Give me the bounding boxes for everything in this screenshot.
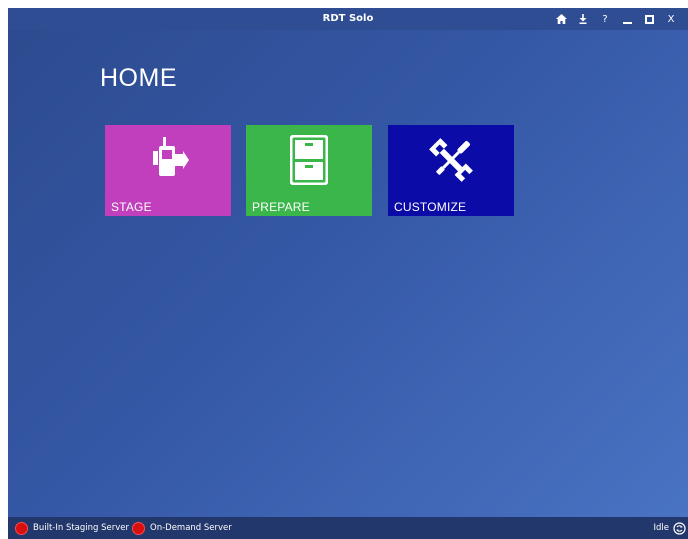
- title-bar[interactable]: RDT Solo ? X: [8, 8, 688, 30]
- tile-prepare[interactable]: PREPARE: [246, 125, 372, 216]
- tile-label: PREPARE: [252, 200, 310, 214]
- window-controls: ? X: [550, 8, 682, 30]
- page-title: HOME: [100, 64, 177, 92]
- tile-stage[interactable]: STAGE: [105, 125, 231, 216]
- maximize-button[interactable]: [638, 8, 660, 30]
- maximize-icon: [644, 14, 654, 24]
- status-indicator-icon: [15, 521, 28, 535]
- state-label: Idle: [653, 523, 670, 533]
- download-button[interactable]: [572, 8, 594, 30]
- home-icon: [555, 14, 567, 24]
- minimize-button[interactable]: [616, 8, 638, 30]
- home-button[interactable]: [550, 8, 572, 30]
- server-status-built-in: Built-In Staging Server: [15, 517, 129, 539]
- refresh-icon[interactable]: [673, 521, 686, 535]
- server-status-on-demand: On-Demand Server: [132, 517, 232, 539]
- tools-icon: [388, 133, 514, 187]
- app-window: RDT Solo ? X HOME STAGE PREPARE CUSTOMIZ…: [8, 8, 688, 539]
- server-label: On-Demand Server: [150, 523, 232, 533]
- download-icon: [579, 14, 587, 24]
- server-label: Built-In Staging Server: [33, 523, 129, 533]
- device-arrow-icon: [105, 133, 231, 187]
- file-cabinet-icon: [246, 133, 372, 187]
- minimize-icon: [622, 22, 632, 24]
- tile-label: STAGE: [111, 200, 152, 214]
- app-state: Idle: [654, 517, 687, 539]
- status-bar: Built-In Staging Server On-Demand Server…: [8, 517, 688, 539]
- tile-label: CUSTOMIZE: [394, 200, 467, 214]
- status-indicator-icon: [132, 521, 145, 535]
- tile-customize[interactable]: CUSTOMIZE: [388, 125, 514, 216]
- close-button[interactable]: X: [660, 8, 682, 30]
- help-button[interactable]: ?: [594, 8, 616, 30]
